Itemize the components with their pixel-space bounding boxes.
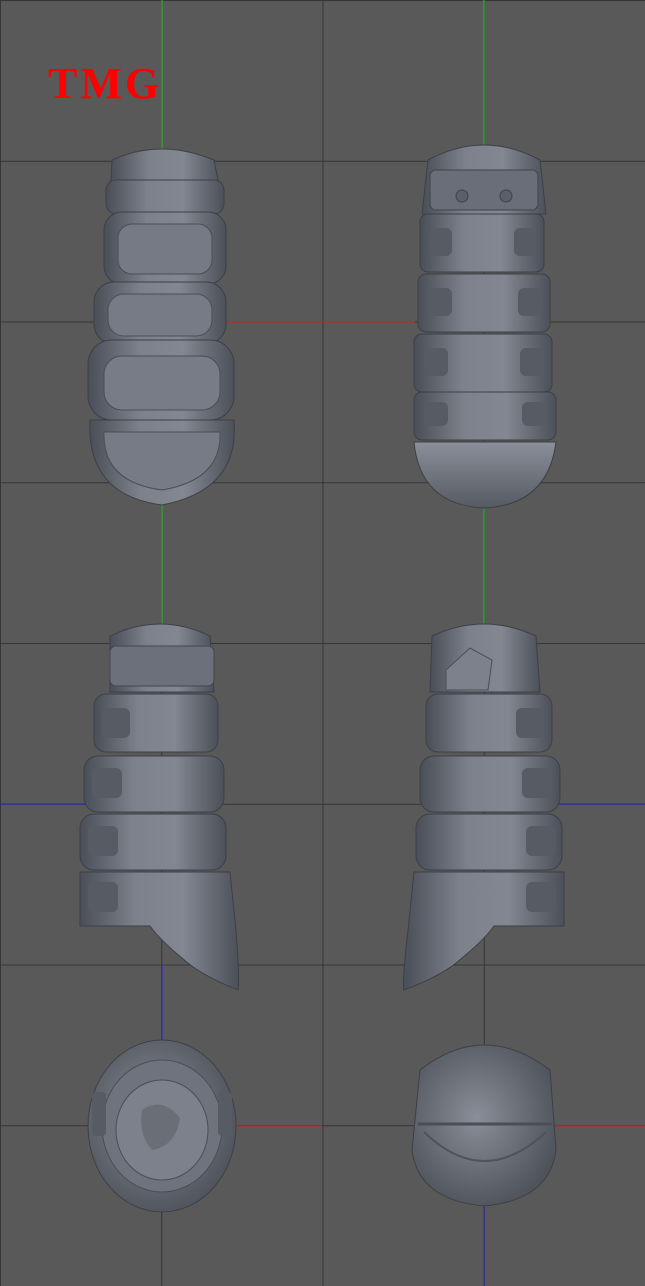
orthographic-viewport[interactable]: TMG bbox=[0, 0, 645, 1286]
watermark-logo: TMG bbox=[48, 59, 163, 108]
back-view-model bbox=[413, 144, 557, 509]
right-side-view-model bbox=[403, 623, 565, 991]
left-side-view-model bbox=[79, 623, 240, 991]
top-view-model bbox=[87, 1039, 237, 1213]
bottom-view-model bbox=[411, 1044, 557, 1207]
front-view-model bbox=[87, 148, 235, 506]
scene-canvas bbox=[0, 0, 645, 1286]
